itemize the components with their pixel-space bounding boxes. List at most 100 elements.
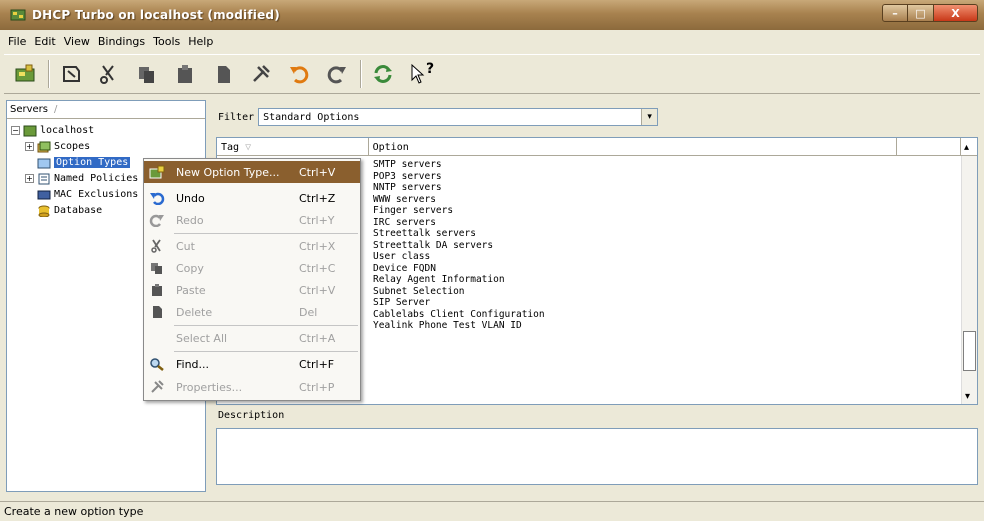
menu-tools[interactable]: Tools [149, 33, 184, 50]
filter-dropdown[interactable]: Standard Options ▾ [258, 108, 659, 126]
menu-help[interactable]: Help [184, 33, 217, 50]
column-header-option[interactable]: Option [369, 138, 898, 156]
open-button[interactable] [56, 59, 86, 89]
menu-bindings[interactable]: Bindings [94, 33, 149, 50]
menu-separator [174, 351, 358, 352]
server-icon [23, 125, 37, 136]
tree-item-localhost[interactable]: − localhost [11, 123, 94, 138]
copy-icon [146, 259, 168, 277]
scroll-down-icon[interactable]: ▾ [965, 391, 970, 402]
title-bar: DHCP Turbo on localhost (modified) – □ X [0, 0, 984, 30]
filter-label: Filter [218, 111, 255, 123]
policies-icon [38, 173, 50, 184]
scopes-icon [37, 141, 51, 152]
toolbar-separator [360, 60, 362, 88]
properties-button[interactable] [246, 59, 276, 89]
option-name-cell: SIP Server [373, 297, 431, 309]
expand-icon[interactable]: + [25, 174, 34, 183]
option-name-cell: Relay Agent Information [373, 274, 505, 286]
scroll-up-button[interactable]: ▴ [961, 138, 977, 156]
copy-button[interactable] [132, 59, 162, 89]
database-icon [38, 205, 50, 217]
new-server-button[interactable] [10, 59, 40, 89]
option-types-icon [37, 158, 51, 168]
new-server-icon [15, 64, 35, 82]
menu-item-properties[interactable]: Properties... Ctrl+P [144, 376, 360, 398]
menu-item-redo[interactable]: Redo Ctrl+Y [144, 209, 360, 231]
cut-button[interactable] [94, 59, 124, 89]
undo-icon [146, 189, 168, 207]
option-name-cell: Cablelabs Client Configuration [373, 308, 545, 320]
menu-item-shortcut: Ctrl+A [299, 331, 336, 345]
menu-item-label: Delete [176, 305, 213, 319]
scrollbar-thumb[interactable] [963, 331, 976, 371]
sort-icon: ▽ [245, 141, 252, 153]
menu-item-copy[interactable]: Copy Ctrl+C [144, 257, 360, 279]
refresh-icon [374, 65, 392, 83]
menu-item-label: Find... [176, 357, 210, 371]
option-name-cell: Device FQDN [373, 262, 436, 274]
option-name-cell: NNTP servers [373, 182, 442, 194]
minimize-button[interactable]: – [882, 4, 908, 22]
option-name-cell: Finger servers [373, 205, 454, 217]
tree-item-option-types[interactable]: Option Types [37, 155, 131, 170]
properties-icon [146, 378, 168, 396]
filter-value: Standard Options [263, 111, 360, 123]
delete-button[interactable] [208, 59, 238, 89]
paste-button[interactable] [170, 59, 200, 89]
filter-row: Filter Standard Options ▾ [218, 108, 659, 126]
cut-icon [100, 65, 114, 84]
menu-item-shortcut: Ctrl+P [299, 380, 335, 394]
copy-icon [139, 67, 154, 83]
menu-item-shortcut: Ctrl+F [299, 357, 335, 371]
menu-edit[interactable]: Edit [30, 33, 59, 50]
tree-item-scopes[interactable]: + Scopes [25, 139, 90, 154]
refresh-button[interactable] [368, 59, 398, 89]
description-label: Description [218, 410, 285, 421]
tree-item-label: localhost [40, 125, 95, 136]
option-name-cell: IRC servers [373, 216, 436, 228]
menu-item-undo[interactable]: Undo Ctrl+Z [144, 187, 360, 209]
paste-icon [178, 65, 192, 83]
tree-item-named-policies[interactable]: + Named Policies [25, 171, 138, 186]
menu-item-label: Paste [176, 283, 206, 297]
minimize-icon: – [892, 6, 898, 20]
maximize-button[interactable]: □ [908, 4, 934, 22]
scroll-up-icon: ▴ [964, 141, 970, 153]
paste-icon [146, 281, 168, 299]
menu-item-delete[interactable]: Delete Del [144, 301, 360, 323]
column-header-tag[interactable]: Tag ▽ [217, 138, 369, 156]
vertical-scrollbar[interactable]: ▾ [961, 156, 977, 404]
menu-item-cut[interactable]: Cut Ctrl+X [144, 235, 360, 257]
tree-item-mac-exclusions[interactable]: MAC Exclusions [37, 187, 138, 202]
undo-button[interactable] [284, 59, 314, 89]
description-field[interactable] [216, 428, 978, 485]
option-name-cell: Yealink Phone Test VLAN ID [373, 320, 522, 332]
redo-button[interactable] [322, 59, 352, 89]
menu-item-label: Select All [176, 331, 228, 345]
menu-item-select-all[interactable]: Select All Ctrl+A [144, 327, 360, 349]
tree-header-separator: / [54, 104, 58, 115]
table-header: Tag ▽ Option ▴ [217, 138, 977, 156]
expand-icon[interactable]: + [25, 142, 34, 151]
option-name-cell: Streettalk servers [373, 228, 476, 240]
menu-item-find[interactable]: Find... Ctrl+F [144, 353, 360, 375]
maximize-icon: □ [915, 6, 926, 20]
menu-item-new-option-type[interactable]: New Option Type... Ctrl+V [144, 161, 360, 183]
menu-item-shortcut: Ctrl+Z [299, 191, 336, 205]
menu-file[interactable]: File [4, 33, 30, 50]
chevron-down-icon[interactable]: ▾ [641, 109, 658, 125]
menu-view[interactable]: View [60, 33, 94, 50]
tree-header-label: Servers [10, 104, 49, 115]
tree-item-label: Database [54, 205, 103, 216]
menu-item-label: Undo [176, 191, 205, 205]
menu-item-shortcut: Del [299, 305, 318, 319]
help-pointer-button[interactable]: ? [406, 59, 436, 89]
tree-item-database[interactable]: Database [37, 203, 102, 218]
find-icon [146, 355, 168, 373]
toolbar-separator [48, 60, 50, 88]
close-button[interactable]: X [934, 4, 978, 22]
status-text: Create a new option type [4, 505, 144, 518]
menu-item-paste[interactable]: Paste Ctrl+V [144, 279, 360, 301]
collapse-icon[interactable]: − [11, 126, 20, 135]
